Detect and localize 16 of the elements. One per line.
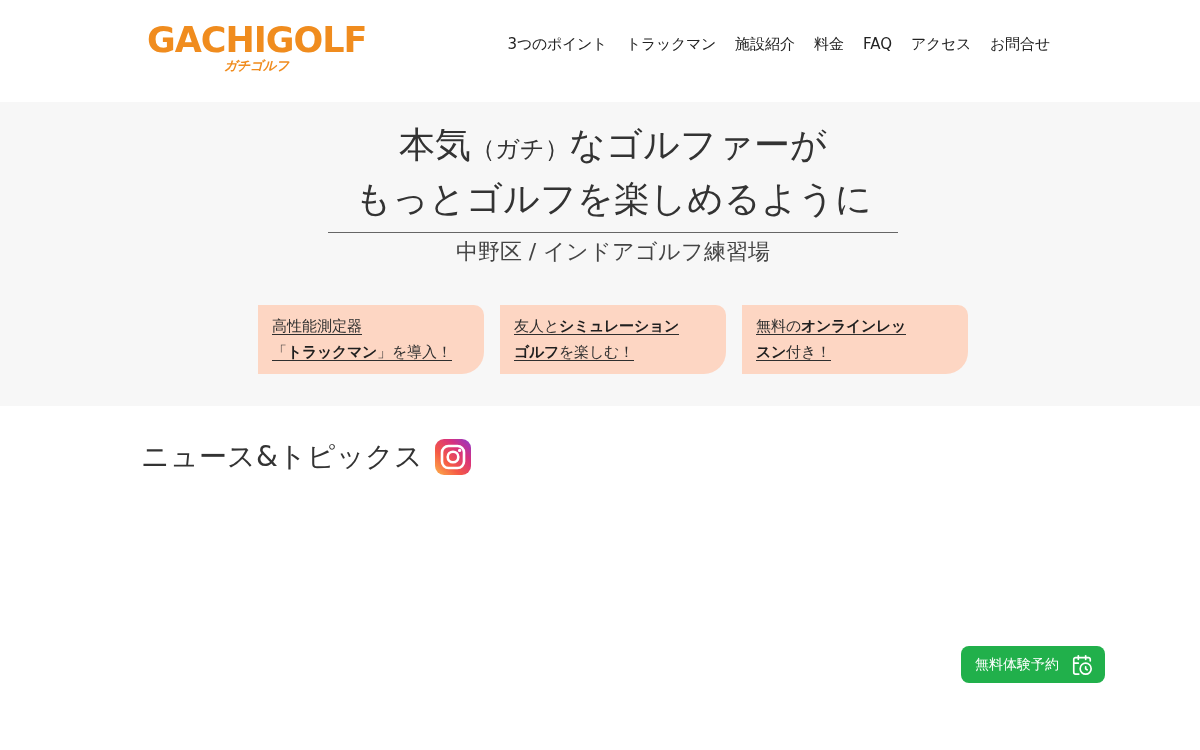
hero-subtitle: 中野区 / インドアゴルフ練習場 bbox=[455, 238, 771, 266]
logo-reading: ガチゴルフ bbox=[224, 58, 290, 72]
feature-link-card[interactable]: 友人とシミュレーション ゴルフを楽しむ！ bbox=[500, 305, 726, 374]
nav-link[interactable]: トラックマン bbox=[625, 34, 716, 54]
nav-link[interactable]: 施設紹介 bbox=[734, 34, 795, 54]
nav-link[interactable]: アクセス bbox=[911, 34, 971, 54]
calendar-clock-icon bbox=[1071, 653, 1093, 676]
feature-link-card[interactable]: 無料のオンラインレッ スン付き！ bbox=[742, 305, 968, 374]
news-heading: ニュース&トピックス bbox=[141, 439, 423, 475]
feature-link-card[interactable]: 高性能測定器 「トラックマン」を導入！ bbox=[258, 305, 484, 374]
hero-headline: 本気（ガチ）なゴルファーが もっとゴルフを楽しめるように bbox=[354, 123, 872, 221]
nav-link[interactable]: 料金 bbox=[813, 34, 844, 54]
instagram-icon[interactable] bbox=[434, 439, 471, 475]
nav-link[interactable]: お問合せ bbox=[990, 34, 1050, 54]
nav-link[interactable]: 3つのポイント bbox=[507, 34, 607, 54]
nav-link[interactable]: FAQ bbox=[862, 35, 892, 53]
